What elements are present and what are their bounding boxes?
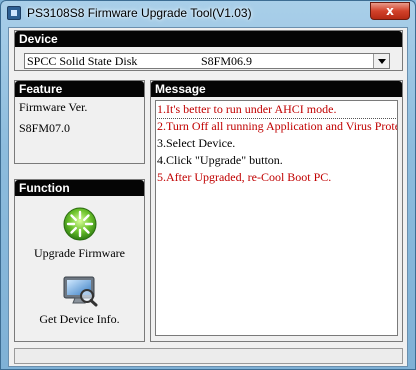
function-panel: Function Upgrade Firmware Get Device Inf… [14,179,145,342]
upgrade-firmware-label: Upgrade Firmware [34,246,125,260]
get-device-info-label: Get Device Info. [39,312,120,326]
app-window: PS3108S8 Firmware Upgrade Tool(V1.03) x … [0,0,416,370]
client-area: Device SPCC Solid State Disk S8FM06.9 Fe… [8,27,408,367]
close-button[interactable]: x [370,2,410,20]
device-header: Device [15,31,402,47]
device-name: SPCC Solid State Disk [27,54,138,68]
message-list[interactable]: 1.It's better to run under AHCI mode. 2.… [155,100,398,336]
message-header: Message [151,81,402,97]
title-bar[interactable]: PS3108S8 Firmware Upgrade Tool(V1.03) x [1,1,415,27]
status-bar [14,348,403,364]
green-burst-icon [63,207,96,241]
app-window-icon [7,6,21,20]
firmware-version-label: Firmware Ver. [19,100,88,114]
message-line: 3.Select Device. [157,136,236,150]
window-title: PS3108S8 Firmware Upgrade Tool(V1.03) [27,6,252,20]
monitor-magnifier-icon [63,276,97,307]
message-line: 4.Click "Upgrade" button. [157,153,283,167]
message-panel: Message 1.It's better to run under AHCI … [150,80,403,342]
chevron-down-icon[interactable] [373,54,389,68]
feature-panel: Feature Firmware Ver. S8FM07.0 [14,80,145,164]
firmware-version-value: S8FM07.0 [19,121,71,135]
message-line: 1.It's better to run under AHCI mode. [156,101,397,119]
function-header: Function [15,180,144,196]
device-panel: Device SPCC Solid State Disk S8FM06.9 [14,30,403,71]
upgrade-firmware-button[interactable]: Upgrade Firmware [15,206,144,261]
feature-header: Feature [15,81,144,97]
message-line: 2.Turn Off all running Application and V… [157,119,397,133]
message-line: 5.After Upgraded, re-Cool Boot PC. [157,170,332,184]
get-device-info-button[interactable]: Get Device Info. [15,274,144,327]
close-icon: x [386,4,394,18]
device-firmware: S8FM06.9 [201,54,253,68]
device-select[interactable]: SPCC Solid State Disk S8FM06.9 [24,53,390,69]
